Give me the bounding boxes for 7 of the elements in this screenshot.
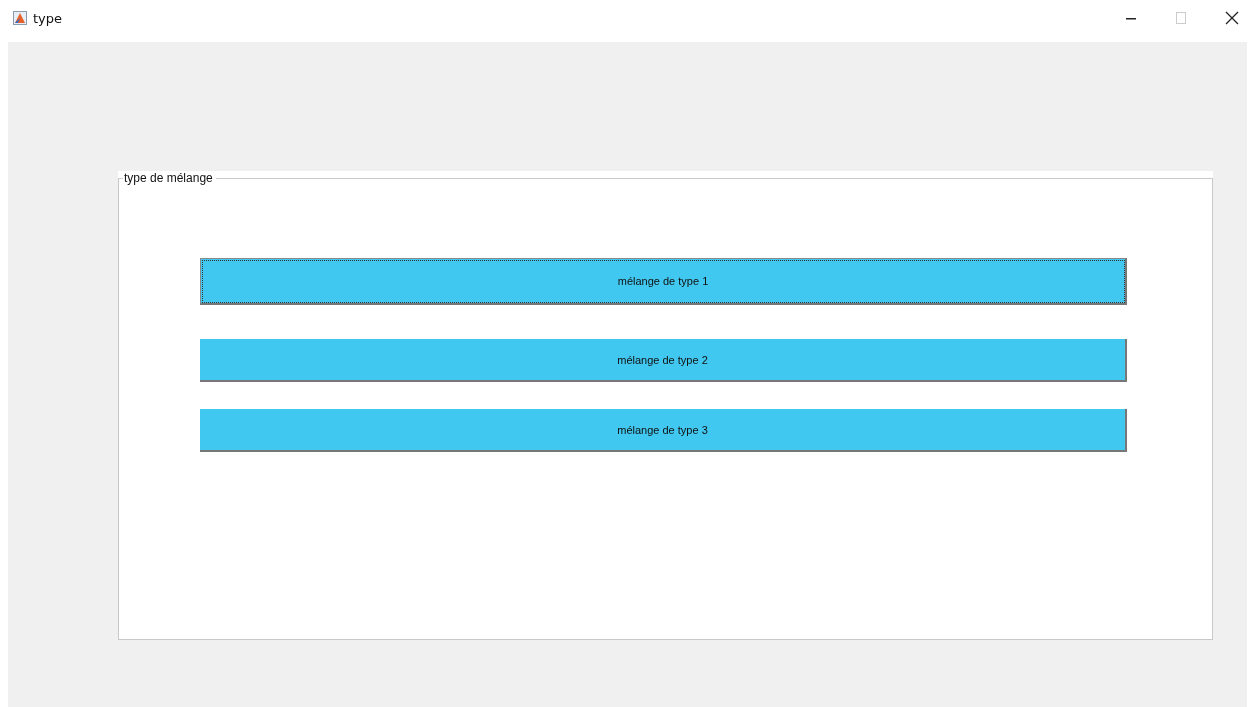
mix-type-button[interactable]: mélange de type 1 [200, 258, 1127, 305]
close-icon[interactable] [1225, 11, 1239, 25]
app-icon [13, 11, 27, 25]
mix-type-button[interactable]: mélange de type 2 [200, 339, 1127, 382]
mix-type-button[interactable]: mélange de type 3 [200, 409, 1127, 452]
window-title: type [33, 10, 63, 26]
panel-title: type de mélange [123, 171, 216, 185]
